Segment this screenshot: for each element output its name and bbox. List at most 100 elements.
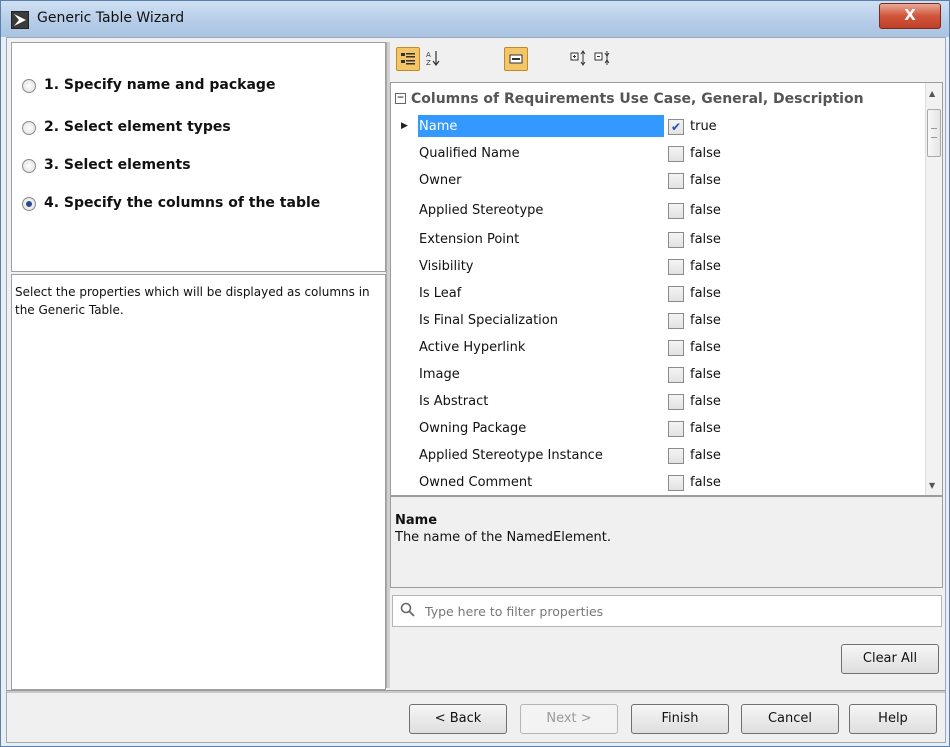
radio-icon[interactable]	[22, 121, 36, 135]
property-value: false	[690, 394, 721, 409]
property-name: Is Abstract	[419, 394, 489, 409]
table-row[interactable]: Qualified Name false	[395, 142, 927, 169]
property-value: false	[690, 367, 721, 382]
footer-divider	[7, 690, 945, 693]
property-checkbox[interactable]	[668, 203, 684, 219]
close-button[interactable]: X	[879, 3, 941, 29]
property-value: false	[690, 340, 721, 355]
description-panel: Select the properties which will be disp…	[11, 274, 386, 690]
table-row[interactable]: Image false	[395, 363, 927, 390]
scroll-up-icon[interactable]: ▲	[929, 89, 935, 98]
property-checkbox[interactable]	[668, 475, 684, 491]
property-name: Image	[419, 367, 460, 382]
svg-text:Z: Z	[426, 59, 431, 67]
property-checkbox[interactable]	[668, 313, 684, 329]
filter-box[interactable]	[392, 595, 942, 627]
wizard-content: 1. Specify name and package 2. Select el…	[6, 37, 946, 743]
collapse-icon[interactable]: −	[395, 93, 406, 104]
step-label: 2. Select element types	[44, 119, 231, 135]
property-value: false	[690, 421, 721, 436]
sort-alphabetical-icon[interactable]: AZ	[422, 47, 444, 69]
step-description: Select the properties which will be disp…	[15, 285, 370, 317]
cancel-button[interactable]: Cancel	[741, 704, 839, 734]
property-checkbox[interactable]	[668, 259, 684, 275]
table-row[interactable]: Owner false	[395, 169, 927, 196]
table-row[interactable]: Is Abstract false	[395, 390, 927, 417]
properties-grid: − Columns of Requirements Use Case, Gene…	[390, 82, 943, 496]
property-name: Owner	[419, 173, 462, 188]
finish-button[interactable]: Finish	[631, 704, 729, 734]
property-value: false	[690, 313, 721, 328]
property-checkbox[interactable]	[668, 286, 684, 302]
show-all-icon[interactable]	[504, 47, 528, 71]
back-button[interactable]: < Back	[409, 704, 507, 734]
property-name: Extension Point	[419, 232, 520, 247]
grid-scrollbar[interactable]: ▲ ▼	[925, 83, 942, 495]
help-button[interactable]: Help	[849, 704, 937, 734]
svg-text:A: A	[426, 51, 431, 59]
clear-all-button[interactable]: Clear All	[841, 644, 939, 674]
property-checkbox[interactable]	[668, 394, 684, 410]
property-checkbox[interactable]	[668, 340, 684, 356]
property-name: Visibility	[419, 259, 474, 274]
title-bar[interactable]: Generic Table Wizard X	[1, 1, 949, 37]
next-button[interactable]: Next >	[520, 704, 618, 734]
property-description-title: Name	[395, 513, 438, 528]
grid-group-header[interactable]: − Columns of Requirements Use Case, Gene…	[395, 91, 864, 107]
property-name: Applied Stereotype	[419, 203, 544, 218]
group-title: Columns of Requirements Use Case, Genera…	[411, 91, 864, 107]
expand-all-icon[interactable]	[568, 47, 590, 69]
property-checkbox[interactable]: ✔	[668, 119, 684, 135]
property-name: Applied Stereotype Instance	[419, 448, 603, 463]
property-checkbox[interactable]	[668, 232, 684, 248]
step-label: 3. Select elements	[44, 157, 191, 173]
property-description-text: The name of the NamedElement.	[395, 530, 611, 545]
radio-selected-icon[interactable]	[22, 197, 36, 211]
scroll-down-icon[interactable]: ▼	[929, 481, 935, 490]
property-checkbox[interactable]	[668, 146, 684, 162]
wizard-window: Generic Table Wizard X 1. Specify name a…	[0, 0, 950, 747]
property-description-panel: Name The name of the NamedElement.	[390, 496, 943, 588]
property-checkbox[interactable]	[668, 421, 684, 437]
property-checkbox[interactable]	[668, 448, 684, 464]
table-row[interactable]: Is Final Specialization false	[395, 309, 927, 336]
table-row[interactable]: Owned Comment false	[395, 471, 927, 495]
property-name: Active Hyperlink	[419, 340, 526, 355]
categorized-view-icon[interactable]	[396, 47, 420, 71]
table-row[interactable]: Applied Stereotype false	[395, 199, 927, 226]
app-icon	[11, 11, 29, 29]
property-name: Is Final Specialization	[419, 313, 558, 328]
window-title: Generic Table Wizard	[37, 10, 185, 26]
search-icon	[400, 602, 415, 617]
property-value: false	[690, 146, 721, 161]
radio-icon[interactable]	[22, 79, 36, 93]
radio-icon[interactable]	[22, 159, 36, 173]
property-value: false	[690, 203, 721, 218]
filter-input[interactable]	[423, 599, 935, 623]
property-name: Is Leaf	[419, 286, 462, 301]
property-value: false	[690, 475, 721, 490]
property-value: false	[690, 259, 721, 274]
table-row[interactable]: Owning Package false	[395, 417, 927, 444]
property-name: Name	[419, 119, 458, 134]
table-row[interactable]: Extension Point false	[395, 228, 927, 255]
property-name: Owned Comment	[419, 475, 533, 490]
collapse-all-icon[interactable]	[592, 47, 614, 69]
table-row[interactable]: ▶ Name ✔ true	[395, 115, 927, 142]
property-checkbox[interactable]	[668, 367, 684, 383]
property-value: true	[690, 119, 717, 134]
steps-panel: 1. Specify name and package 2. Select el…	[11, 42, 386, 272]
table-row[interactable]: Is Leaf false	[395, 282, 927, 309]
table-row[interactable]: Active Hyperlink false	[395, 336, 927, 363]
property-name: Qualified Name	[419, 146, 520, 161]
property-value: false	[690, 173, 721, 188]
property-checkbox[interactable]	[668, 173, 684, 189]
step-label: 4. Specify the columns of the table	[44, 195, 321, 211]
property-value: false	[690, 286, 721, 301]
current-row-icon: ▶	[401, 121, 408, 131]
scrollbar-thumb[interactable]	[927, 109, 941, 157]
property-value: false	[690, 448, 721, 463]
step-label: 1. Specify name and package	[44, 77, 276, 93]
table-row[interactable]: Visibility false	[395, 255, 927, 282]
table-row[interactable]: Applied Stereotype Instance false	[395, 444, 927, 471]
